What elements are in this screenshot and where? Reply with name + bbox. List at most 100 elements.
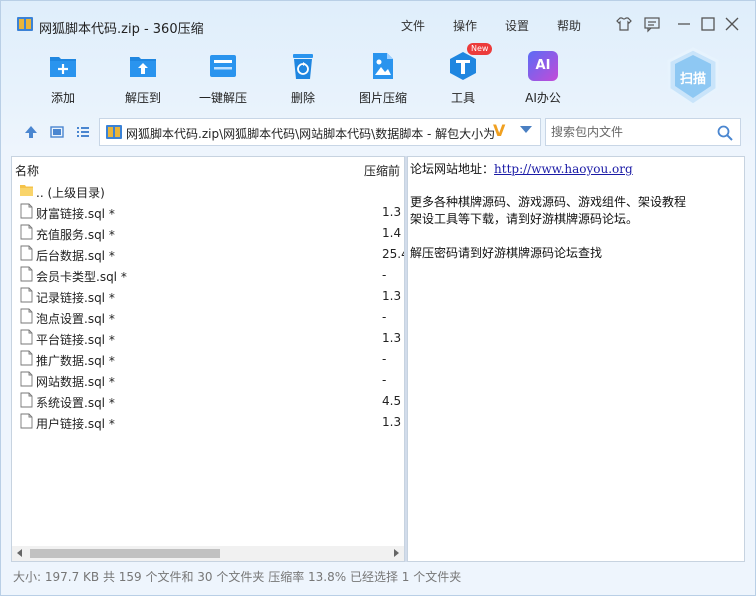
file-row[interactable]: 记录链接.sql * 1.3: [12, 285, 404, 306]
delete-button[interactable]: 删除: [268, 51, 338, 107]
file-name: 泡点设置.sql *: [36, 312, 115, 326]
add-button[interactable]: 添加: [28, 51, 98, 107]
file-name: .. (上级目录): [36, 186, 105, 200]
image-compress-button[interactable]: 图片压缩: [348, 51, 418, 107]
forum-line: 论坛网站地址：http://www.haoyou.org: [410, 160, 633, 177]
file-icon: [20, 287, 33, 303]
scan-button[interactable]: 扫描: [665, 68, 721, 87]
file-row[interactable]: 财富链接.sql * 1.3: [12, 201, 404, 222]
file-icon: [20, 350, 33, 366]
file-icon: [20, 245, 33, 261]
file-icon: [20, 413, 33, 429]
file-row[interactable]: 网站数据.sql * -: [12, 369, 404, 390]
file-compressed-size: 1.4: [382, 226, 402, 240]
file-compressed-size: -: [382, 310, 387, 324]
status-bar: 大小: 197.7 KB 共 159 个文件和 30 个文件夹 压缩率 13.8…: [13, 570, 462, 584]
file-icon: [20, 392, 33, 408]
file-name: 平台链接.sql *: [36, 333, 115, 347]
close-icon[interactable]: [723, 15, 741, 33]
column-header: 名称 压缩前: [12, 157, 404, 179]
menu-operate[interactable]: 操作: [453, 17, 477, 34]
thumbnail-view-icon[interactable]: [49, 124, 65, 140]
forum-label: 论坛网站地址：: [410, 162, 495, 176]
search-input[interactable]: [546, 119, 712, 145]
new-badge: New: [467, 43, 493, 55]
file-name: 财富链接.sql *: [36, 207, 115, 221]
file-compressed-size: -: [382, 268, 387, 282]
file-name: 系统设置.sql *: [36, 396, 115, 410]
ai-office-label: AI办公: [525, 91, 561, 105]
ai-office-button[interactable]: AI AI办公: [508, 51, 578, 107]
extract-to-label: 解压到: [124, 91, 161, 105]
file-row[interactable]: 平台链接.sql * 1.3: [12, 327, 404, 348]
file-row[interactable]: 会员卡类型.sql * -: [12, 264, 404, 285]
v-mark: V: [493, 121, 506, 140]
archive-icon: [17, 17, 33, 31]
file-compressed-size: 1.3: [382, 415, 402, 429]
file-icon: [20, 203, 33, 219]
comment-line-3: 架设工具等下载，请到好游棋牌源码论坛。: [410, 212, 639, 226]
extract-to-button[interactable]: 解压到: [108, 51, 178, 107]
file-compressed-size: 25.4: [382, 247, 404, 261]
file-icon: [20, 224, 33, 240]
file-name: 用户链接.sql *: [36, 417, 115, 431]
file-list-panel: 名称 压缩前 .. (上级目录) 财富链接.sql * 1.3 充值服务.sql * 1…: [11, 156, 405, 562]
file-name: 推广数据.sql *: [36, 354, 115, 368]
list-view-icon[interactable]: [75, 124, 91, 140]
file-compressed-size: 1.3: [382, 205, 402, 219]
file-icon: [20, 371, 33, 387]
file-row[interactable]: 系统设置.sql * 4.5: [12, 390, 404, 411]
tools-button[interactable]: 工具: [428, 51, 498, 107]
comment-panel: 论坛网站地址：http://www.haoyou.org 更多各种棋牌源码、游戏…: [407, 156, 745, 562]
one-click-extract-button[interactable]: 一键解压: [188, 51, 258, 107]
parent-directory-row[interactable]: .. (上级目录): [12, 180, 404, 201]
maximize-icon[interactable]: [699, 15, 717, 33]
feedback-icon[interactable]: [643, 15, 661, 33]
file-icon: [20, 308, 33, 324]
search-icon[interactable]: [716, 124, 734, 142]
menu-help[interactable]: 帮助: [557, 17, 581, 34]
file-name: 网站数据.sql *: [36, 375, 115, 389]
title-bar: 网狐脚本代码.zip - 360压缩 文件 操作 设置 帮助: [1, 1, 755, 37]
file-name: 后台数据.sql *: [36, 249, 115, 263]
search-box: [545, 118, 741, 146]
file-compressed-size: 4.5: [382, 394, 402, 408]
comment-line-2: 更多各种棋牌源码、游戏源码、游戏组件、架设教程: [410, 195, 687, 209]
up-arrow-icon[interactable]: [23, 124, 39, 140]
menu-file[interactable]: 文件: [401, 17, 425, 34]
add-icon: [50, 57, 76, 77]
skin-icon[interactable]: [615, 15, 633, 33]
file-row[interactable]: 泡点设置.sql * -: [12, 306, 404, 327]
file-icon: [20, 329, 33, 345]
file-icon: [20, 266, 33, 282]
add-label: 添加: [50, 91, 75, 105]
address-path: 网狐脚本代码.zip\网狐脚本代码\网站脚本代码\数据脚本 - 解包大小为: [126, 127, 496, 141]
extract-to-icon: [130, 57, 156, 77]
minimize-icon[interactable]: [675, 15, 693, 33]
forum-link[interactable]: http://www.haoyou.org: [494, 162, 633, 176]
menu-settings[interactable]: 设置: [505, 17, 529, 34]
comment-line-4: 解压密码请到好游棋牌源码论坛查找: [410, 246, 603, 260]
file-row[interactable]: 后台数据.sql * 25.4: [12, 243, 404, 264]
scroll-left-icon[interactable]: [17, 549, 22, 557]
window-title: 网狐脚本代码.zip - 360压缩: [39, 22, 204, 37]
column-name[interactable]: 名称: [15, 162, 39, 179]
file-name: 充值服务.sql *: [36, 228, 115, 242]
horizontal-scrollbar[interactable]: [12, 546, 404, 561]
scroll-right-icon[interactable]: [394, 549, 399, 557]
address-bar[interactable]: 网狐脚本代码.zip\网狐脚本代码\网站脚本代码\数据脚本 - 解包大小为 V: [99, 118, 541, 146]
delete-label: 删除: [290, 91, 315, 105]
file-row[interactable]: 充值服务.sql * 1.4: [12, 222, 404, 243]
file-compressed-size: -: [382, 373, 387, 387]
file-name: 记录链接.sql *: [36, 291, 115, 305]
address-dropdown-icon[interactable]: [520, 126, 532, 133]
file-compressed-size: 1.3: [382, 331, 402, 345]
column-compressed[interactable]: 压缩前: [364, 162, 404, 179]
file-row[interactable]: 用户链接.sql * 1.3: [12, 411, 404, 432]
file-compressed-size: -: [382, 352, 387, 366]
app-window: 网狐脚本代码.zip - 360压缩 文件 操作 设置 帮助 添加 解压到 一键…: [0, 0, 756, 596]
file-row[interactable]: 推广数据.sql * -: [12, 348, 404, 369]
image-compress-label: 图片压缩: [358, 91, 407, 105]
folder-icon: [20, 185, 33, 196]
scrollbar-thumb[interactable]: [30, 549, 220, 558]
